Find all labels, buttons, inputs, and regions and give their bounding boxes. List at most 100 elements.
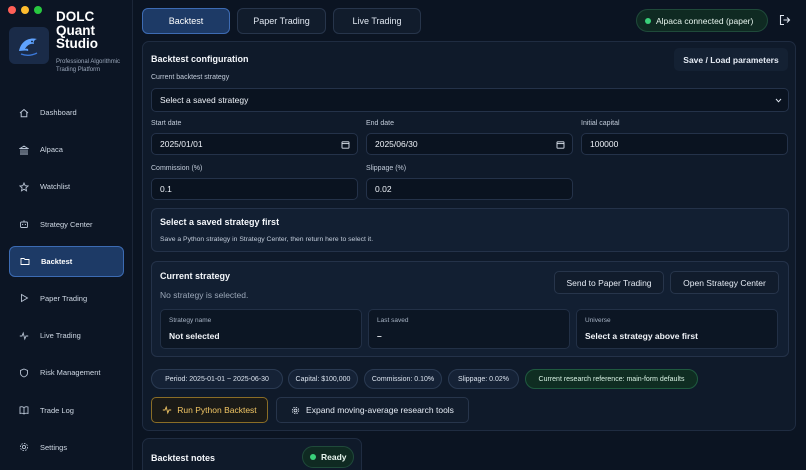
gear-icon (19, 443, 29, 452)
sidebar-item-trade-log[interactable]: Trade Log (9, 395, 124, 426)
close-window-button[interactable] (8, 6, 16, 14)
tab-paper-trading[interactable]: Paper Trading (237, 8, 326, 34)
strategy-name-label: Strategy name (169, 317, 212, 324)
sidebar-item-strategy-center[interactable]: Strategy Center (9, 209, 124, 240)
backtest-notes-panel: Backtest notes Ready (142, 438, 362, 470)
brand-subtitle: Professional Algorithmic Trading Platfor… (56, 59, 121, 73)
run-backtest-label: Run Python Backtest (177, 405, 257, 415)
sidebar-item-label: Dashboard (40, 108, 77, 117)
start-date-field[interactable]: 2025/01/01 (151, 133, 358, 155)
window-controls (8, 6, 42, 14)
backtest-notes-title: Backtest notes (151, 453, 216, 463)
brand-title: DOLC Quant Studio (56, 9, 98, 51)
last-saved-value: – (377, 331, 382, 341)
sidebar-item-settings[interactable]: Settings (9, 432, 124, 463)
universe-label: Universe (585, 317, 611, 324)
sidebar-item-watchlist[interactable]: Watchlist (9, 171, 124, 202)
initial-capital-value: 100000 (590, 139, 619, 149)
commission-chip: Commission: 0.10% (364, 369, 442, 389)
initial-capital-field[interactable]: 100000 (581, 133, 788, 155)
bank-icon (19, 145, 29, 155)
universe-cell: Universe Select a strategy above first (576, 309, 778, 349)
book-icon (19, 406, 29, 415)
notice-body: Save a Python strategy in Strategy Cente… (160, 236, 374, 243)
current-strategy-title: Current strategy (160, 271, 231, 281)
open-strategy-center-button[interactable]: Open Strategy Center (670, 271, 779, 294)
slippage-field[interactable]: 0.02 (366, 178, 573, 200)
tab-backtest[interactable]: Backtest (142, 8, 230, 34)
home-icon (19, 108, 29, 117)
calendar-icon[interactable] (341, 140, 350, 149)
config-title: Backtest configuration (151, 54, 249, 64)
research-reference-chip: Current research reference: main-form de… (525, 369, 698, 389)
star-icon (19, 181, 29, 192)
sidebar-item-paper-trading[interactable]: Paper Trading (9, 283, 124, 314)
expand-research-tools-button[interactable]: Expand moving-average research tools (276, 397, 469, 423)
status-dot-icon (310, 454, 316, 460)
connection-status-text: Alpaca connected (paper) (656, 15, 754, 26)
sidebar-item-label: Watchlist (40, 182, 71, 192)
sidebar-nav: Dashboard Alpaca Watchlist Strategy Cent… (9, 97, 124, 469)
sidebar-item-label: Strategy Center (40, 219, 93, 229)
ready-status-text: Ready (321, 452, 347, 462)
universe-value: Select a strategy above first (585, 331, 698, 341)
sidebar-item-label: Settings (40, 442, 68, 452)
backtest-config-panel: Backtest configuration Save / Load param… (142, 41, 796, 431)
last-saved-cell: Last saved – (368, 309, 570, 349)
sidebar-item-risk-management[interactable]: Risk Management (9, 357, 124, 388)
strategy-select[interactable]: Select a saved strategy (151, 88, 789, 112)
end-date-label: End date (366, 120, 395, 127)
capital-chip: Capital: $100,000 (288, 369, 358, 389)
zoom-window-button[interactable] (34, 6, 42, 14)
end-date-field[interactable]: 2025/06/30 (366, 133, 573, 155)
activity-icon (163, 405, 172, 415)
strategy-name-cell: Strategy name Not selected (160, 309, 362, 349)
notice-title: Select a saved strategy first (160, 217, 280, 227)
no-strategy-text: No strategy is selected. (160, 290, 249, 300)
sidebar: DOLC Quant Studio Professional Algorithm… (0, 0, 133, 470)
shield-icon (20, 368, 28, 378)
chevron-down-icon (775, 98, 782, 103)
status-dot-icon (645, 17, 651, 24)
calendar-icon[interactable] (556, 140, 565, 149)
start-date-label: Start date (151, 120, 182, 127)
initial-capital-label: Initial capital (581, 120, 620, 127)
sidebar-item-label: Trade Log (40, 405, 74, 415)
gear-icon (291, 406, 300, 414)
commission-label: Commission (%) (151, 165, 203, 172)
current-strategy-card: Current strategy No strategy is selected… (151, 261, 789, 357)
play-icon (21, 294, 29, 303)
slippage-value: 0.02 (375, 184, 392, 194)
save-load-button[interactable]: Save / Load parameters (674, 48, 788, 71)
dolphin-logo-icon (9, 27, 49, 64)
logout-icon[interactable] (779, 14, 791, 26)
sidebar-item-backtest[interactable]: Backtest (9, 245, 124, 277)
slippage-label: Slippage (%) (366, 165, 407, 172)
commission-field[interactable]: 0.1 (151, 178, 358, 200)
expand-research-tools-label: Expand moving-average research tools (306, 405, 454, 415)
strategy-select-label: Current backtest strategy (151, 74, 230, 81)
strategy-select-value: Select a saved strategy (160, 95, 249, 105)
activity-icon (19, 331, 29, 341)
robot-icon (20, 220, 28, 229)
sidebar-item-dashboard[interactable]: Dashboard (9, 97, 124, 128)
last-saved-label: Last saved (377, 317, 409, 324)
minimize-window-button[interactable] (21, 6, 29, 14)
sidebar-item-alpaca[interactable]: Alpaca (9, 134, 124, 165)
sidebar-item-live-trading[interactable]: Live Trading (9, 320, 124, 351)
period-chip: Period: 2025-01-01 ~ 2025-06-30 (151, 369, 283, 389)
send-to-paper-trading-button[interactable]: Send to Paper Trading (554, 271, 664, 294)
start-date-value: 2025/01/01 (160, 139, 203, 149)
tab-live-trading[interactable]: Live Trading (333, 8, 421, 34)
sidebar-item-label: Risk Management (40, 368, 101, 378)
sidebar-item-label: Alpaca (40, 145, 63, 155)
sidebar-item-label: Backtest (41, 256, 73, 266)
run-backtest-button[interactable]: Run Python Backtest (151, 397, 268, 423)
commission-value: 0.1 (160, 184, 172, 194)
connection-status-badge: Alpaca connected (paper) (636, 9, 768, 32)
strategy-name-value: Not selected (169, 331, 220, 341)
folder-icon (20, 258, 30, 266)
end-date-value: 2025/06/30 (375, 139, 418, 149)
ready-status-badge: Ready (302, 446, 354, 468)
sidebar-item-label: Paper Trading (40, 293, 88, 303)
